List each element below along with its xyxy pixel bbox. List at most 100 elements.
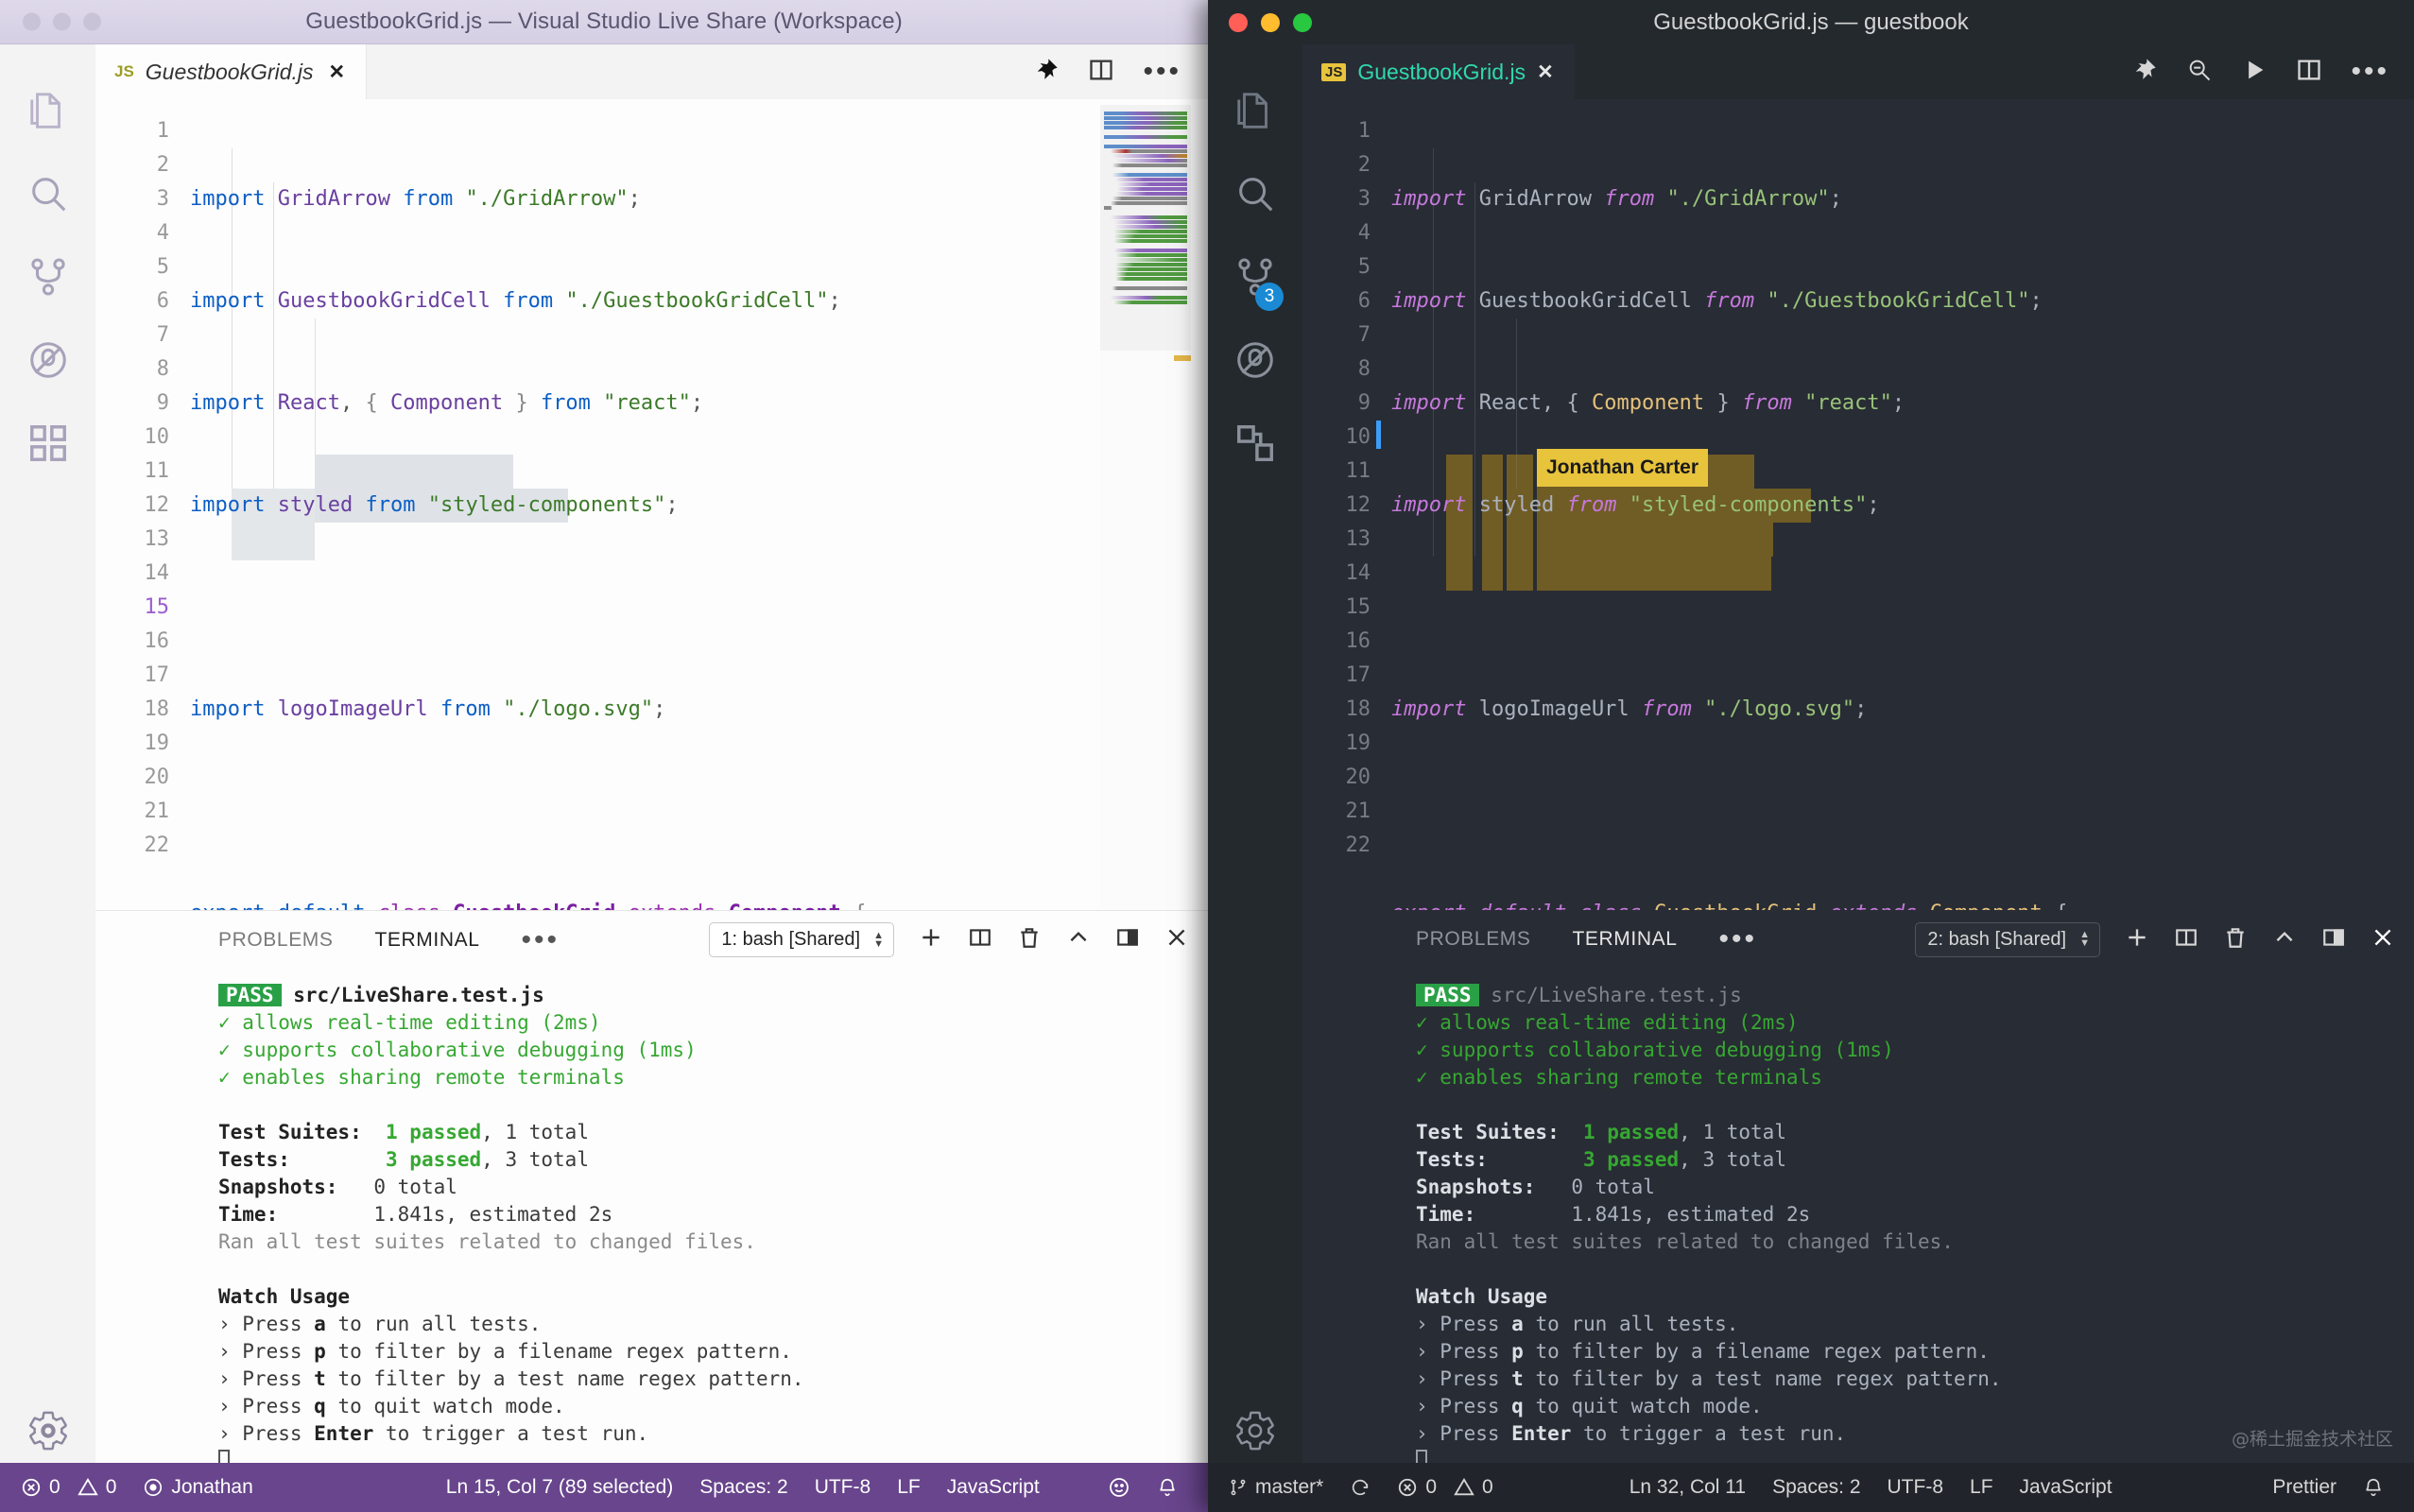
status-eol[interactable]: LF — [1957, 1476, 2007, 1499]
terminal-select[interactable]: 1: bash [Shared] ▲▼ — [709, 922, 894, 957]
explorer-icon[interactable] — [10, 69, 86, 152]
maximize-panel-icon[interactable] — [1066, 925, 1091, 954]
status-eol[interactable]: LF — [884, 1476, 934, 1499]
status-live-share-session[interactable]: Jonathan — [129, 1476, 266, 1499]
line-number: 22 — [1302, 829, 1371, 863]
status-language-mode[interactable]: JavaScript — [2007, 1476, 2126, 1499]
left-terminal-output[interactable]: PASS src/LiveShare.test.js ✓ allows real… — [95, 969, 1208, 1512]
search-icon[interactable] — [1217, 152, 1293, 235]
watch-key: p — [314, 1340, 326, 1363]
split-terminal-icon[interactable] — [2174, 925, 2198, 954]
ran-line: Ran all test suites related to changed f… — [1416, 1230, 1954, 1253]
line-number: 10 — [95, 421, 169, 455]
sync-icon[interactable] — [1336, 1477, 1384, 1498]
panel-more-icon[interactable]: ••• — [1718, 931, 1757, 948]
summary-key: Tests: — [1416, 1148, 1488, 1171]
more-actions-icon[interactable]: ••• — [2351, 63, 2389, 80]
left-window-controls[interactable] — [23, 13, 101, 31]
chevron-updown-icon: ▲▼ — [2079, 931, 2090, 948]
line-number: 6 — [95, 284, 169, 318]
run-icon[interactable] — [2241, 57, 2267, 88]
live-share-icon[interactable] — [1217, 402, 1293, 485]
line-number: 13 — [1302, 523, 1371, 557]
bell-icon[interactable] — [2350, 1477, 2397, 1498]
extensions-icon[interactable] — [10, 402, 86, 485]
toggle-panel-icon[interactable] — [1115, 925, 1140, 954]
close-icon[interactable]: ✕ — [1537, 60, 1554, 84]
kill-terminal-icon[interactable] — [1017, 925, 1042, 954]
status-errors-warnings[interactable]: 0 0 — [8, 1476, 129, 1499]
minimize-dot[interactable] — [53, 13, 71, 31]
tab-problems[interactable]: PROBLEMS — [218, 929, 334, 952]
tab-guestbookgrid-js[interactable]: JS GuestbookGrid.js ✕ — [95, 44, 367, 99]
tab-guestbookgrid-js[interactable]: JS GuestbookGrid.js ✕ — [1302, 44, 1575, 99]
line-number: 2 — [95, 148, 169, 182]
status-formatter[interactable]: Prettier — [2259, 1476, 2350, 1499]
indentation-text: Spaces: 2 — [699, 1476, 787, 1499]
status-cursor-position[interactable]: Ln 32, Col 11 — [1616, 1476, 1759, 1499]
source-control-icon[interactable]: 3 — [1217, 235, 1293, 318]
close-panel-icon[interactable] — [2371, 925, 2395, 954]
smiley-icon[interactable] — [1095, 1476, 1144, 1499]
minimap-slider[interactable] — [1100, 105, 1191, 351]
follow-participant-icon[interactable] — [2186, 57, 2213, 88]
bell-icon[interactable] — [1144, 1477, 1191, 1498]
status-errors-warnings[interactable]: 0 0 — [1384, 1476, 1506, 1499]
collaborator-cursor — [1376, 421, 1381, 449]
terminal-select[interactable]: 2: bash [Shared] ▲▼ — [1915, 922, 2100, 957]
right-code-editor[interactable]: 1 2 3 4 5 6 7 8 9 10 11 12 13 14 — [1302, 99, 2414, 910]
status-cursor-position[interactable]: Ln 15, Col 7 (89 selected) — [433, 1476, 686, 1499]
tab-problems[interactable]: PROBLEMS — [1416, 928, 1531, 951]
status-language-mode[interactable]: JavaScript — [934, 1476, 1053, 1499]
close-dot[interactable] — [23, 13, 41, 31]
left-code-editor[interactable]: 1 2 3 4 5 6 7 8 9 10 11 12 13 14 — [95, 99, 1208, 910]
split-editor-icon[interactable] — [1088, 57, 1114, 88]
debug-icon[interactable] — [10, 318, 86, 402]
close-icon[interactable]: ✕ — [329, 60, 346, 84]
new-terminal-icon[interactable] — [2125, 925, 2149, 954]
split-terminal-icon[interactable] — [968, 925, 992, 954]
status-encoding[interactable]: UTF-8 — [1874, 1476, 1957, 1499]
tab-terminal[interactable]: TERMINAL — [375, 929, 480, 952]
maximize-panel-icon[interactable] — [2272, 925, 2297, 954]
split-editor-icon[interactable] — [2296, 57, 2322, 88]
pin-icon[interactable] — [1033, 57, 1060, 88]
right-tab-row: JS GuestbookGrid.js ✕ — [1302, 44, 2414, 99]
panel-more-icon[interactable]: ••• — [521, 932, 560, 949]
close-panel-icon[interactable] — [1164, 925, 1189, 954]
debug-icon[interactable] — [1217, 318, 1293, 402]
right-window-titlebar[interactable]: GuestbookGrid.js — guestbook — [1208, 0, 2414, 44]
left-code-text[interactable]: import GridArrow from "./GridArrow"; imp… — [190, 114, 1208, 910]
watermark-text: @稀土掘金技术社区 — [2232, 1425, 2393, 1451]
line-number: 12 — [1302, 489, 1371, 523]
minimize-dot[interactable] — [1261, 13, 1280, 32]
pin-icon[interactable] — [2131, 57, 2158, 88]
explorer-icon[interactable] — [1217, 69, 1293, 152]
js-file-icon: JS — [1321, 63, 1346, 81]
line-number: 14 — [1302, 557, 1371, 591]
status-indentation[interactable]: Spaces: 2 — [1759, 1476, 1873, 1499]
left-minimap[interactable] — [1100, 105, 1191, 910]
settings-gear-icon[interactable] — [10, 1389, 86, 1472]
source-control-icon[interactable] — [10, 235, 86, 318]
summary-pass: 1 passed — [1583, 1121, 1679, 1143]
more-actions-icon[interactable]: ••• — [1143, 63, 1181, 80]
status-indentation[interactable]: Spaces: 2 — [686, 1476, 801, 1499]
right-code-text[interactable]: import GridArrow from "./GridArrow"; imp… — [1391, 114, 2414, 910]
line-number: 16 — [95, 625, 169, 659]
zoom-dot[interactable] — [83, 13, 101, 31]
right-window-controls[interactable] — [1229, 13, 1312, 32]
test-file: src/LiveShare.test.js — [1491, 984, 1742, 1006]
left-window-titlebar[interactable]: GuestbookGrid.js — Visual Studio Live Sh… — [0, 0, 1208, 44]
kill-terminal-icon[interactable] — [2223, 925, 2248, 954]
status-branch[interactable]: master* — [1216, 1476, 1336, 1499]
status-encoding[interactable]: UTF-8 — [802, 1476, 885, 1499]
toggle-panel-icon[interactable] — [2321, 925, 2346, 954]
close-dot[interactable] — [1229, 13, 1248, 32]
settings-gear-icon[interactable] — [1217, 1389, 1293, 1472]
tab-terminal[interactable]: TERMINAL — [1573, 928, 1678, 951]
new-terminal-icon[interactable] — [919, 925, 943, 954]
search-icon[interactable] — [10, 152, 86, 235]
line-number: 9 — [95, 387, 169, 421]
zoom-dot[interactable] — [1293, 13, 1312, 32]
